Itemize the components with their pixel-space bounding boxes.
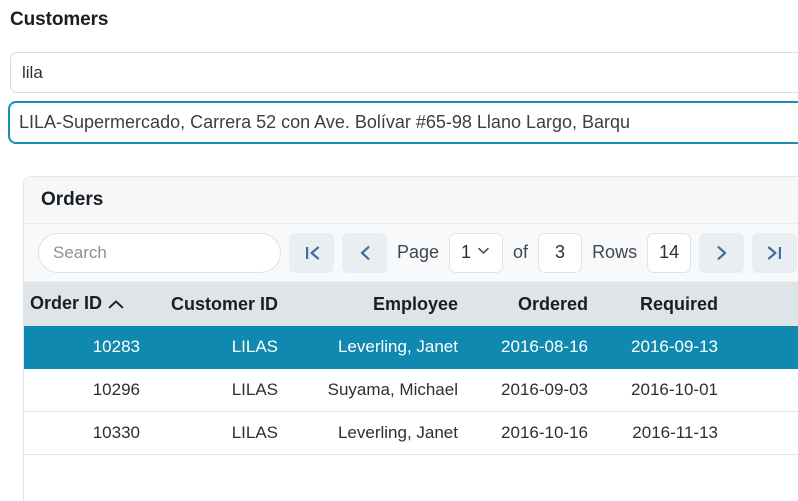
last-page-button[interactable] xyxy=(752,232,798,273)
cell-required: 2016-11-13 xyxy=(594,411,724,455)
page-label: Page xyxy=(397,242,440,262)
search-input[interactable] xyxy=(38,232,281,273)
sort-ascending-icon xyxy=(108,294,124,315)
next-page-button[interactable] xyxy=(699,232,745,273)
cell-employee: Leverling, Janet xyxy=(284,411,464,455)
last-page-icon xyxy=(765,243,785,263)
orders-table: Order ID Customer ID Employee Ordered Re… xyxy=(24,282,798,455)
cell-shipped: 201 xyxy=(724,326,798,369)
page-select-value: 1 xyxy=(461,242,472,262)
page-title: Customers xyxy=(10,9,109,30)
table-row[interactable]: 10296 LILAS Suyama, Michael 2016-09-03 2… xyxy=(24,368,798,412)
cell-ordered: 2016-08-16 xyxy=(464,326,594,369)
cell-order-id: 10283 xyxy=(24,326,146,369)
cell-ordered: 2016-10-16 xyxy=(464,411,594,455)
orders-toolbar: Page 1 of 3 Rows 14 xyxy=(24,224,798,282)
cell-employee: Leverling, Janet xyxy=(284,326,464,369)
cell-required: 2016-10-01 xyxy=(594,368,724,412)
total-pages-value: 3 xyxy=(538,232,583,273)
table-row[interactable]: 10330 LILAS Leverling, Janet 2016-10-16 … xyxy=(24,411,798,455)
cell-shipped: 201 xyxy=(724,411,798,455)
chevron-left-icon xyxy=(355,243,375,263)
column-header-order-id[interactable]: Order ID xyxy=(24,282,146,326)
prev-page-button[interactable] xyxy=(342,232,387,273)
cell-order-id: 10330 xyxy=(24,411,146,455)
cell-required: 2016-09-13 xyxy=(594,326,724,369)
cell-customer-id: LILAS xyxy=(146,411,284,455)
app-root: Customers LILA-Supermercado, Carrera 52 … xyxy=(0,0,798,501)
first-page-button[interactable] xyxy=(289,232,334,273)
cell-employee: Suyama, Michael xyxy=(284,368,464,412)
cell-ordered: 2016-09-03 xyxy=(464,368,594,412)
cell-order-id: 10296 xyxy=(24,368,146,412)
orders-panel-title: Orders xyxy=(41,189,104,210)
column-header-required[interactable]: Required xyxy=(594,282,724,326)
rows-count-value[interactable]: 14 xyxy=(647,232,692,273)
page-select[interactable]: 1 xyxy=(449,232,504,273)
column-header-ordered[interactable]: Ordered xyxy=(464,282,594,326)
table-row[interactable]: 10283 LILAS Leverling, Janet 2016-08-16 … xyxy=(24,326,798,369)
cell-shipped: 201 xyxy=(724,368,798,412)
of-label: of xyxy=(513,242,529,262)
table-header-row: Order ID Customer ID Employee Ordered Re… xyxy=(24,282,798,326)
chevron-right-icon xyxy=(712,243,732,263)
column-header-customer-id[interactable]: Customer ID xyxy=(146,282,284,326)
column-header-employee[interactable]: Employee xyxy=(284,282,464,326)
rows-label: Rows xyxy=(592,242,638,262)
cell-customer-id: LILAS xyxy=(146,326,284,369)
column-header-shipped[interactable]: Ship xyxy=(724,282,798,326)
column-header-order-id-label: Order ID xyxy=(30,293,103,314)
orders-table-container: Order ID Customer ID Employee Ordered Re… xyxy=(24,282,798,455)
orders-panel-header: Orders xyxy=(24,177,798,224)
customer-result-text: LILA-Supermercado, Carrera 52 con Ave. B… xyxy=(19,112,631,132)
customer-search-input[interactable] xyxy=(10,52,798,93)
chevron-down-icon xyxy=(476,243,491,263)
customer-result-item[interactable]: LILA-Supermercado, Carrera 52 con Ave. B… xyxy=(8,101,798,144)
orders-panel: Orders Page xyxy=(23,176,798,501)
first-page-icon xyxy=(302,243,322,263)
cell-customer-id: LILAS xyxy=(146,368,284,412)
